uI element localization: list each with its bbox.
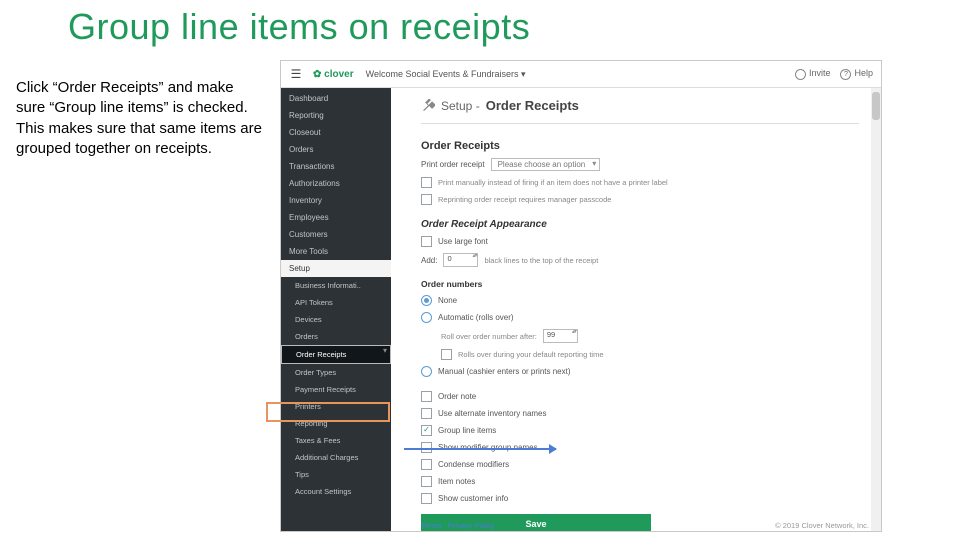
instruction-text: Click “Order Receipts” and make sure “Gr… bbox=[16, 78, 266, 159]
scrollbar[interactable] bbox=[871, 88, 881, 532]
label-radio-auto: Automatic (rolls over) bbox=[438, 313, 514, 322]
label-reprint-passcode: Reprinting order receipt requires manage… bbox=[438, 195, 611, 204]
radio-none[interactable] bbox=[421, 295, 432, 306]
checkbox-item-notes[interactable] bbox=[421, 476, 432, 487]
sidebar-sub-api-tokens[interactable]: API Tokens bbox=[281, 294, 391, 311]
sidebar-sub-printers[interactable]: Printers bbox=[281, 398, 391, 415]
checkbox-large-font[interactable] bbox=[421, 236, 432, 247]
sidebar-item-more-tools[interactable]: More Tools bbox=[281, 243, 391, 260]
sidebar-item-inventory[interactable]: Inventory bbox=[281, 192, 391, 209]
sidebar-item-employees[interactable]: Employees bbox=[281, 209, 391, 226]
print-label: Print order receipt bbox=[421, 160, 485, 169]
slide-title: Group line items on receipts bbox=[68, 6, 530, 48]
sidebar-sub-order-receipts[interactable]: Order Receipts bbox=[281, 345, 391, 364]
sidebar-item-authorizations[interactable]: Authorizations bbox=[281, 175, 391, 192]
label-alt-inventory: Use alternate inventory names bbox=[438, 409, 547, 418]
label-group-line-items: Group line items bbox=[438, 426, 496, 435]
label-item-notes: Item notes bbox=[438, 477, 475, 486]
app-topbar: ☰ ✿ clover Welcome Social Events & Fundr… bbox=[281, 61, 881, 88]
page-heading: Setup - Order Receipts bbox=[421, 98, 859, 113]
checkbox-reprint-passcode[interactable] bbox=[421, 194, 432, 205]
rollover-label: Roll over order number after: bbox=[441, 332, 537, 341]
callout-arrow bbox=[404, 448, 556, 450]
checkbox-customer-info[interactable] bbox=[421, 493, 432, 504]
sidebar-item-transactions[interactable]: Transactions bbox=[281, 158, 391, 175]
checkbox-condense-modifiers[interactable] bbox=[421, 459, 432, 470]
checkbox-print-manual[interactable] bbox=[421, 177, 432, 188]
link-privacy[interactable]: Privacy Policy bbox=[448, 521, 495, 530]
sidebar-sub-order-types[interactable]: Order Types bbox=[281, 364, 391, 381]
label-customer-info: Show customer info bbox=[438, 494, 508, 503]
footer: Terms Privacy Policy © 2019 Clover Netwo… bbox=[421, 521, 869, 530]
sidebar-sub-orders[interactable]: Orders bbox=[281, 328, 391, 345]
sidebar-item-setup[interactable]: Setup bbox=[281, 260, 391, 277]
section-order-numbers: Order numbers bbox=[421, 279, 859, 289]
menu-icon[interactable]: ☰ bbox=[289, 67, 303, 81]
scroll-thumb[interactable] bbox=[872, 92, 880, 120]
clover-logo: ✿ clover bbox=[313, 69, 354, 80]
copyright: © 2019 Clover Network, Inc. bbox=[775, 521, 869, 530]
rollover-input[interactable]: 99 bbox=[543, 329, 578, 343]
sidebar-item-orders[interactable]: Orders bbox=[281, 141, 391, 158]
wrench-icon bbox=[421, 99, 435, 113]
checkbox-alt-inventory[interactable] bbox=[421, 408, 432, 419]
sidebar-sub-taxes-fees[interactable]: Taxes & Fees bbox=[281, 432, 391, 449]
label-print-manual: Print manually instead of firing if an i… bbox=[438, 178, 668, 187]
section-order-receipts: Order Receipts bbox=[421, 140, 859, 152]
label-order-note: Order note bbox=[438, 392, 476, 401]
checkbox-group-line-items[interactable] bbox=[421, 425, 432, 436]
radio-manual[interactable] bbox=[421, 366, 432, 377]
add-lines-input[interactable]: 0 bbox=[443, 253, 478, 267]
screenshot-frame: ☰ ✿ clover Welcome Social Events & Fundr… bbox=[280, 60, 882, 532]
sidebar-item-reporting[interactable]: Reporting bbox=[281, 107, 391, 124]
help-icon: ? bbox=[840, 69, 851, 80]
invite-link[interactable]: Invite bbox=[795, 68, 831, 79]
sidebar-sub-account-settings[interactable]: Account Settings bbox=[281, 483, 391, 500]
person-icon bbox=[795, 69, 806, 80]
sidebar-sub-reporting[interactable]: Reporting bbox=[281, 415, 391, 432]
sidebar: Dashboard Reporting Closeout Orders Tran… bbox=[281, 88, 391, 532]
label-large-font: Use large font bbox=[438, 237, 488, 246]
link-terms[interactable]: Terms bbox=[421, 521, 441, 530]
checkbox-rollover-note[interactable] bbox=[441, 349, 452, 360]
label-rollover-note: Rolls over during your default reporting… bbox=[458, 350, 604, 359]
merchant-switcher[interactable]: Welcome Social Events & Fundraisers ▾ bbox=[366, 69, 526, 80]
sidebar-sub-tips[interactable]: Tips bbox=[281, 466, 391, 483]
sidebar-sub-business-info[interactable]: Business Informati.. bbox=[281, 277, 391, 294]
sidebar-sub-devices[interactable]: Devices bbox=[281, 311, 391, 328]
add-lines-label: Add: bbox=[421, 256, 437, 265]
print-select[interactable]: Please choose an option bbox=[491, 158, 601, 171]
add-lines-tail: black lines to the top of the receipt bbox=[484, 256, 598, 265]
section-appearance: Order Receipt Appearance bbox=[421, 219, 859, 230]
sidebar-item-dashboard[interactable]: Dashboard bbox=[281, 90, 391, 107]
sidebar-sub-payment-receipts[interactable]: Payment Receipts bbox=[281, 381, 391, 398]
sidebar-item-customers[interactable]: Customers bbox=[281, 226, 391, 243]
label-condense-modifiers: Condense modifiers bbox=[438, 460, 509, 469]
sidebar-item-closeout[interactable]: Closeout bbox=[281, 124, 391, 141]
checkbox-order-note[interactable] bbox=[421, 391, 432, 402]
sidebar-sub-additional-charges[interactable]: Additional Charges bbox=[281, 449, 391, 466]
help-link[interactable]: ?Help bbox=[840, 68, 873, 79]
label-radio-manual: Manual (cashier enters or prints next) bbox=[438, 367, 571, 376]
main-panel: Setup - Order Receipts Order Receipts Pr… bbox=[391, 88, 881, 532]
radio-automatic[interactable] bbox=[421, 312, 432, 323]
label-radio-none: None bbox=[438, 296, 457, 305]
